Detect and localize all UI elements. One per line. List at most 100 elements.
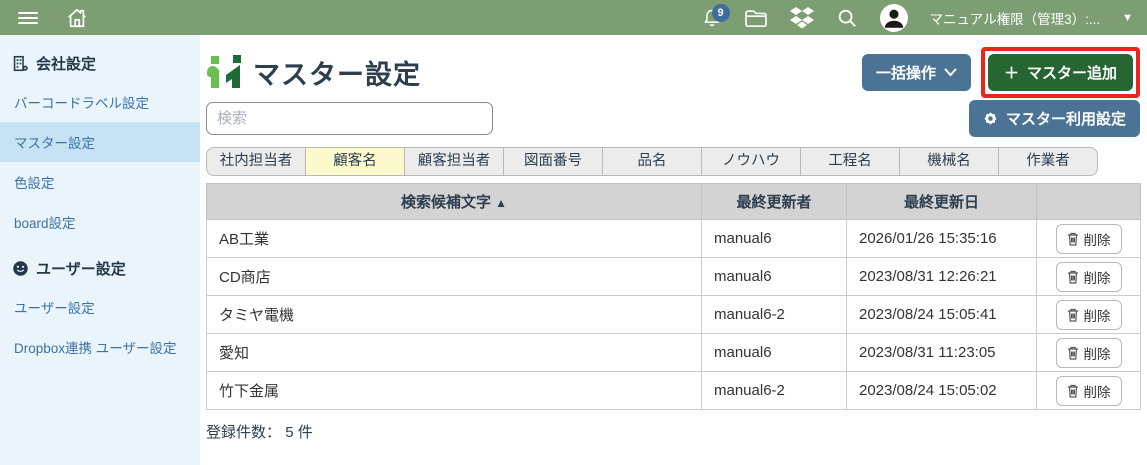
topbar: 9 — [0, 0, 1147, 35]
cell-name: 竹下金属 — [207, 372, 702, 410]
master-usage-settings-button[interactable]: マスター利用設定 — [969, 100, 1140, 137]
master-table: 検索候補文字▲ 最終更新者 最終更新日 AB工業 manual6 2026/01… — [206, 183, 1141, 410]
cell-name: タミヤ電機 — [207, 296, 702, 334]
delete-button[interactable]: 削除 — [1056, 376, 1122, 406]
sidebar-section-user: ユーザー設定 — [0, 242, 200, 287]
cell-updated-at: 2023/08/24 15:05:02 — [847, 372, 1037, 410]
delete-label: 削除 — [1084, 229, 1111, 249]
sidebar: 会社設定 バーコードラベル設定 マスター設定 色設定 board設定 ユーザー設… — [0, 35, 200, 465]
topbar-left — [18, 7, 88, 29]
tab-item-name[interactable]: 品名 — [602, 147, 702, 176]
tab-knowhow[interactable]: ノウハウ — [701, 147, 801, 176]
table-row: タミヤ電機 manual6-2 2023/08/24 15:05:41 削除 — [207, 296, 1141, 334]
sidebar-item-barcode-label-settings[interactable]: バーコードラベル設定 — [0, 82, 200, 122]
topbar-right: 9 — [702, 4, 1134, 32]
cell-updated-by: manual6 — [702, 258, 847, 296]
annotation-highlight-box: ＋ マスター追加 — [981, 47, 1140, 98]
delete-button[interactable]: 削除 — [1056, 300, 1122, 330]
user-smile-icon — [12, 260, 29, 277]
trash-icon — [1067, 308, 1079, 322]
table-row: 愛知 manual6 2023/08/31 11:23:05 削除 — [207, 334, 1141, 372]
master-category-tabs: 社内担当者 顧客名 顧客担当者 図面番号 品名 ノウハウ 工程名 機械名 作業者 — [206, 147, 1140, 176]
folder-icon[interactable] — [744, 8, 768, 28]
cell-name: AB工業 — [207, 220, 702, 258]
tab-drawing-number[interactable]: 図面番号 — [503, 147, 603, 176]
avatar[interactable] — [880, 4, 908, 32]
table-header-row: 検索候補文字▲ 最終更新者 最終更新日 — [207, 184, 1141, 220]
cell-updated-at: 2026/01/26 15:35:16 — [847, 220, 1037, 258]
sidebar-item-user-settings[interactable]: ユーザー設定 — [0, 287, 200, 327]
home-icon[interactable] — [66, 7, 88, 29]
column-header-updated-at: 最終更新日 — [847, 184, 1037, 220]
hamburger-lines — [18, 9, 38, 27]
trash-icon — [1067, 384, 1079, 398]
tab-customer-staff[interactable]: 顧客担当者 — [404, 147, 504, 176]
main-content: マスター設定 一括操作 ＋ マスター追加 マスター利用設定 — [200, 35, 1147, 465]
column-header-actions — [1037, 184, 1141, 220]
tab-process-name[interactable]: 工程名 — [800, 147, 900, 176]
delete-label: 削除 — [1084, 381, 1111, 401]
hamburger-menu-icon[interactable] — [18, 9, 38, 27]
column-header-updated-by: 最終更新者 — [702, 184, 847, 220]
cell-updated-by: manual6-2 — [702, 296, 847, 334]
delete-label: 削除 — [1084, 305, 1111, 325]
sidebar-section-title: ユーザー設定 — [36, 258, 126, 279]
delete-label: 削除 — [1084, 343, 1111, 363]
sidebar-item-master-settings[interactable]: マスター設定 — [0, 122, 200, 162]
delete-button[interactable]: 削除 — [1056, 338, 1122, 368]
table-row: 竹下金属 manual6-2 2023/08/24 15:05:02 削除 — [207, 372, 1141, 410]
cell-updated-at: 2023/08/31 11:23:05 — [847, 334, 1037, 372]
search-input[interactable] — [206, 102, 493, 135]
sidebar-item-board-settings[interactable]: board設定 — [0, 202, 200, 242]
table-row: CD商店 manual6 2023/08/31 12:26:21 削除 — [207, 258, 1141, 296]
notification-badge: 9 — [712, 4, 730, 22]
magnifier-icon[interactable] — [836, 7, 858, 29]
cell-updated-by: manual6 — [702, 220, 847, 258]
sidebar-section-title: 会社設定 — [36, 53, 96, 74]
bulk-action-label: 一括操作 — [876, 62, 936, 83]
cell-updated-at: 2023/08/31 12:26:21 — [847, 258, 1037, 296]
cell-updated-by: manual6-2 — [702, 372, 847, 410]
column-label: 検索候補文字 — [401, 194, 491, 211]
page-title: マスター設定 — [253, 53, 421, 92]
plus-icon: ＋ — [1004, 62, 1019, 83]
sidebar-item-dropbox-user-settings[interactable]: Dropbox連携 ユーザー設定 — [0, 327, 200, 367]
bulk-action-button[interactable]: 一括操作 — [862, 54, 971, 91]
table-row: AB工業 manual6 2026/01/26 15:35:16 削除 — [207, 220, 1141, 258]
record-count-value: 5 — [285, 424, 293, 441]
trash-icon — [1067, 232, 1079, 246]
trash-icon — [1067, 346, 1079, 360]
caret-down-icon[interactable]: ▼ — [1122, 12, 1133, 24]
sidebar-item-color-settings[interactable]: 色設定 — [0, 162, 200, 202]
building-icon — [12, 55, 29, 72]
tab-worker[interactable]: 作業者 — [998, 147, 1098, 176]
column-header-search-candidate[interactable]: 検索候補文字▲ — [207, 184, 702, 220]
search-row: マスター利用設定 — [206, 101, 1140, 135]
delete-button[interactable]: 削除 — [1056, 224, 1122, 254]
tab-machine-name[interactable]: 機械名 — [899, 147, 999, 176]
trash-icon — [1067, 270, 1079, 284]
bell-icon[interactable]: 9 — [702, 7, 722, 29]
cell-name: CD商店 — [207, 258, 702, 296]
cell-updated-by: manual6 — [702, 334, 847, 372]
cell-name: 愛知 — [207, 334, 702, 372]
master-usage-settings-label: マスター利用設定 — [1006, 108, 1126, 129]
dropbox-icon[interactable] — [790, 7, 814, 29]
user-menu-label[interactable]: マニュアル権限（管理3）:... — [930, 8, 1101, 28]
record-count: 登録件数： 5 件 — [206, 421, 1140, 442]
record-count-label: 登録件数： — [206, 424, 281, 441]
add-master-label: マスター追加 — [1027, 62, 1117, 83]
tab-customer-name[interactable]: 顧客名 — [305, 147, 405, 176]
cell-updated-at: 2023/08/24 15:05:41 — [847, 296, 1037, 334]
add-master-button[interactable]: ＋ マスター追加 — [988, 54, 1133, 91]
gear-icon — [983, 111, 998, 126]
record-count-unit: 件 — [298, 424, 313, 441]
tab-internal-staff[interactable]: 社内担当者 — [206, 147, 306, 176]
delete-button[interactable]: 削除 — [1056, 262, 1122, 292]
chevron-down-icon — [944, 68, 957, 77]
title-actions: 一括操作 ＋ マスター追加 — [862, 47, 1140, 98]
delete-label: 削除 — [1084, 267, 1111, 287]
sidebar-section-company: 会社設定 — [0, 37, 200, 82]
app-logo-icon — [206, 55, 244, 89]
title-left: マスター設定 — [206, 53, 421, 92]
